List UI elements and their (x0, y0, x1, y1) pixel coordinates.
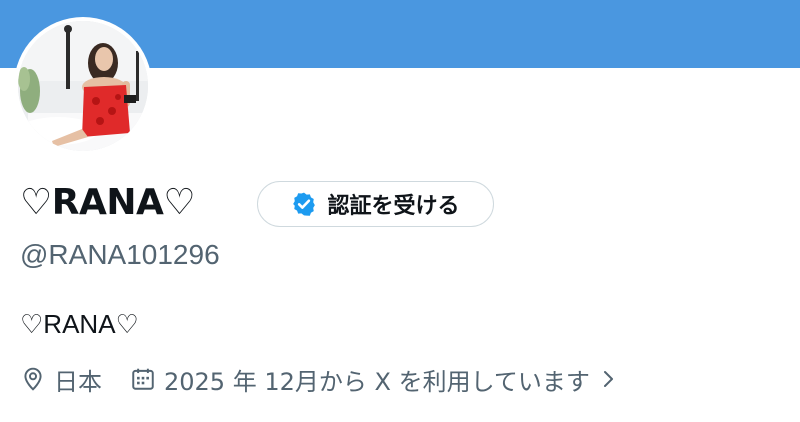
location-pin-icon (20, 366, 46, 392)
profile-avatar[interactable] (14, 17, 152, 155)
location-item: 日本 (20, 362, 102, 397)
joined-text: 2025 年 12月から X を利用しています (164, 367, 590, 396)
chevron-right-icon[interactable] (598, 366, 618, 392)
profile-meta: 日本 2025 年 12月から X を利用しています (20, 361, 618, 397)
get-verified-label: 認証を受ける (327, 194, 460, 219)
verified-badge-icon (291, 191, 317, 217)
location-text: 日本 (54, 367, 102, 396)
display-name: ♡RANA♡ (20, 182, 196, 223)
get-verified-button[interactable]: 認証を受ける (257, 181, 494, 227)
username-handle: @RANA101296 (20, 239, 220, 270)
avatar-photo (18, 21, 148, 151)
joined-item[interactable]: 2025 年 12月から X を利用しています (130, 362, 618, 397)
calendar-icon (130, 366, 156, 392)
profile-bio: ♡RANA♡ (20, 309, 139, 339)
